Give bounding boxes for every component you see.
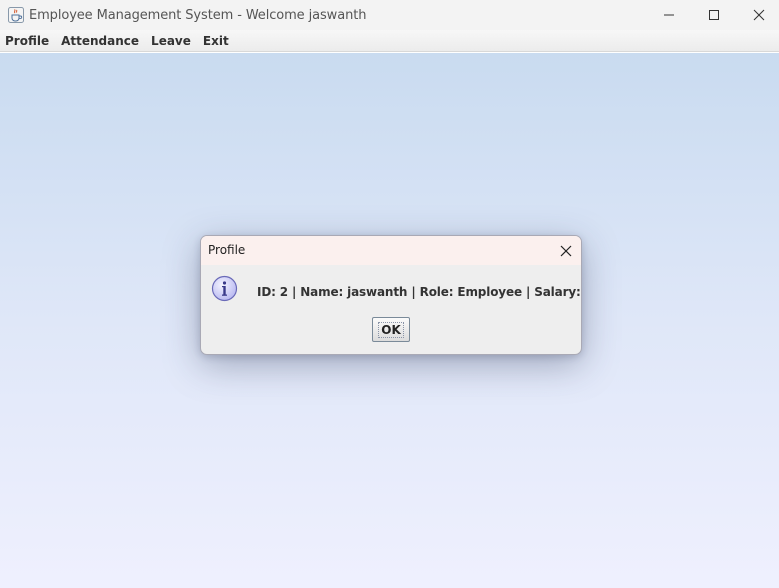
menu-exit[interactable]: Exit <box>197 30 235 52</box>
maximize-button[interactable] <box>691 0 737 30</box>
menubar: Profile Attendance Leave Exit <box>0 30 779 52</box>
minimize-icon <box>664 14 674 16</box>
dialog-message: ID: 2 | Name: jaswanth | Role: Employee … <box>257 285 581 299</box>
window-titlebar: Employee Management System - Welcome jas… <box>0 0 779 30</box>
close-button[interactable] <box>736 0 779 30</box>
close-icon[interactable] <box>557 242 575 260</box>
menu-profile[interactable]: Profile <box>0 30 55 52</box>
minimize-button[interactable] <box>646 0 692 30</box>
menu-leave[interactable]: Leave <box>145 30 197 52</box>
ok-button-label: OK <box>378 321 404 338</box>
close-icon <box>753 9 765 21</box>
info-icon <box>211 275 238 302</box>
ok-button[interactable]: OK <box>372 317 410 342</box>
dialog-title: Profile <box>208 243 246 257</box>
profile-dialog: Profile ID: 2 | Name: jaswanth | Role: E… <box>200 235 582 355</box>
maximize-icon <box>709 10 719 20</box>
window-title: Employee Management System - Welcome jas… <box>29 8 367 23</box>
java-coffee-cup-icon <box>8 7 24 23</box>
menu-attendance[interactable]: Attendance <box>55 30 145 52</box>
dialog-titlebar: Profile <box>201 236 581 265</box>
